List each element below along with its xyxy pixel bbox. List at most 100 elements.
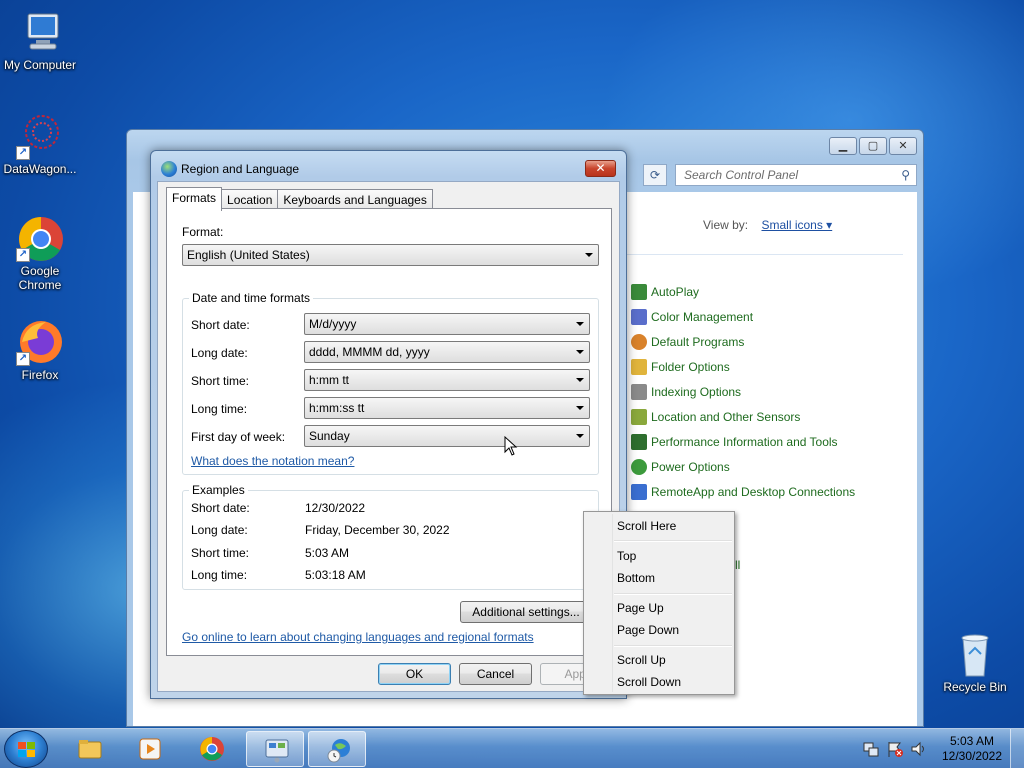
- taskbar-chrome[interactable]: [182, 731, 240, 767]
- example-value: 5:03:18 AM: [305, 568, 366, 582]
- field-label: Short date:: [191, 318, 250, 332]
- cp-item-label: Performance Information and Tools: [651, 435, 838, 449]
- taskbar-media-player[interactable]: [120, 731, 178, 767]
- default-programs-icon: [631, 334, 647, 350]
- close-button[interactable]: ✕: [585, 160, 616, 177]
- cp-item-default-programs[interactable]: Default Programs: [631, 334, 744, 350]
- desktop-icon-label: Firefox: [21, 368, 59, 382]
- long-time-dropdown[interactable]: h:mm:ss tt: [304, 397, 590, 419]
- globe-icon: [161, 161, 177, 177]
- power-options-icon: [631, 459, 647, 475]
- shortcut-arrow-icon: ↗: [16, 146, 30, 160]
- short-time-value: h:mm tt: [309, 373, 350, 387]
- example-label: Short time:: [191, 546, 250, 560]
- close-button[interactable]: ✕: [889, 137, 917, 155]
- cp-item-indexing-options[interactable]: Indexing Options: [631, 384, 741, 400]
- desktop-icon-label: Google Chrome: [18, 264, 62, 292]
- example-value: 12/30/2022: [305, 501, 366, 515]
- desktop-icon-label: Recycle Bin: [943, 680, 1007, 694]
- desktop-icon-label: My Computer: [3, 58, 77, 72]
- shortcut-arrow-icon: ↗: [16, 352, 30, 366]
- network-icon[interactable]: [862, 740, 880, 758]
- remoteapp-icon: [631, 484, 647, 500]
- cp-item-performance[interactable]: Performance Information and Tools: [631, 434, 838, 450]
- example-label: Long time:: [191, 568, 248, 582]
- menu-item-scroll-up[interactable]: Scroll Up: [617, 653, 666, 667]
- chevron-down-icon: [576, 434, 584, 438]
- scroll-context-menu: Scroll Here Top Bottom Page Up Page Down…: [583, 511, 735, 695]
- short-time-dropdown[interactable]: h:mm tt: [304, 369, 590, 391]
- chrome-icon: [200, 737, 224, 761]
- cp-item-label: RemoteApp and Desktop Connections: [651, 485, 856, 499]
- autoplay-icon: [631, 284, 647, 300]
- region-language-dialog[interactable]: Region and Language ✕ Formats Location K…: [150, 150, 627, 699]
- long-date-dropdown[interactable]: dddd, MMMM dd, yyyy: [304, 341, 590, 363]
- long-time-value: h:mm:ss tt: [309, 401, 365, 415]
- maximize-button[interactable]: ▢: [859, 137, 887, 155]
- additional-settings-button[interactable]: Additional settings...: [460, 601, 592, 623]
- clock[interactable]: 5:03 AM 12/30/2022: [934, 734, 1010, 764]
- short-date-value: M/d/yyyy: [309, 317, 357, 331]
- cp-item-color-management[interactable]: Color Management: [631, 309, 753, 325]
- cp-item-autoplay[interactable]: AutoPlay: [631, 284, 699, 300]
- start-button[interactable]: [4, 730, 48, 768]
- color-management-icon: [631, 309, 647, 325]
- first-day-dropdown[interactable]: Sunday: [304, 425, 590, 447]
- short-date-dropdown[interactable]: M/d/yyyy: [304, 313, 590, 335]
- desktop-icon-label: DataWagon...: [3, 162, 77, 176]
- recycle-bin-icon: [951, 630, 999, 678]
- example-label: Short date:: [191, 501, 250, 515]
- cp-item-label: AutoPlay: [651, 285, 700, 299]
- search-input[interactable]: Search Control Panel ⚲: [675, 164, 917, 186]
- cp-item-remoteapp[interactable]: RemoteApp and Desktop Connections: [631, 484, 855, 500]
- show-desktop-button[interactable]: [1010, 729, 1024, 768]
- cp-item-folder-options[interactable]: Folder Options: [631, 359, 730, 375]
- first-day-value: Sunday: [309, 429, 350, 443]
- cp-item-label: Indexing Options: [651, 385, 742, 399]
- menu-item-scroll-down[interactable]: Scroll Down: [617, 675, 681, 689]
- clock-time: 5:03 AM: [949, 734, 995, 748]
- cp-item-location-sensors[interactable]: Location and Other Sensors: [631, 409, 800, 425]
- action-center-flag-icon[interactable]: [886, 740, 904, 758]
- desktop-icon-chrome[interactable]: ↗ Google Chrome: [0, 214, 80, 292]
- taskbar-control-panel[interactable]: [246, 731, 304, 767]
- chevron-down-icon: [585, 253, 593, 257]
- menu-separator: [614, 645, 732, 647]
- chevron-down-icon: [576, 350, 584, 354]
- location-sensors-icon: [631, 409, 647, 425]
- clock-date: 12/30/2022: [941, 749, 1003, 763]
- minimize-button[interactable]: ▁: [829, 137, 857, 155]
- taskbar-region-language[interactable]: [308, 731, 366, 767]
- desktop-icon-firefox[interactable]: ↗ Firefox: [0, 318, 80, 382]
- volume-icon[interactable]: [910, 740, 928, 758]
- taskbar-explorer[interactable]: [60, 731, 118, 767]
- cp-item-partial[interactable]: ll: [735, 558, 740, 572]
- menu-item-page-up[interactable]: Page Up: [617, 601, 664, 615]
- view-by-label: View by:: [703, 218, 749, 232]
- format-dropdown[interactable]: English (United States): [182, 244, 599, 266]
- notation-link[interactable]: What does the notation mean?: [191, 454, 354, 468]
- cancel-button[interactable]: Cancel: [459, 663, 532, 685]
- window-controls: ▁ ▢ ✕: [827, 137, 917, 155]
- tab-formats[interactable]: Formats: [166, 187, 223, 211]
- ok-button[interactable]: OK: [378, 663, 451, 685]
- online-help-link[interactable]: Go online to learn about changing langua…: [182, 630, 534, 644]
- cp-item-power-options[interactable]: Power Options: [631, 459, 730, 475]
- menu-item-bottom[interactable]: Bottom: [617, 571, 655, 585]
- menu-item-page-down[interactable]: Page Down: [617, 623, 679, 637]
- cp-item-label: Color Management: [651, 310, 754, 324]
- desktop-icon-datawagon[interactable]: ↗ DataWagon...: [0, 112, 80, 176]
- menu-item-top[interactable]: Top: [617, 549, 636, 563]
- menu-item-scroll-here[interactable]: Scroll Here: [617, 519, 676, 533]
- cp-item-label: Folder Options: [651, 360, 730, 374]
- group-label: Examples: [189, 483, 248, 497]
- desktop-icon-my-computer[interactable]: My Computer: [0, 8, 80, 72]
- long-date-value: dddd, MMMM dd, yyyy: [309, 345, 430, 359]
- desktop-icon-recycle-bin[interactable]: Recycle Bin: [935, 630, 1015, 694]
- system-tray: 5:03 AM 12/30/2022: [862, 729, 1024, 768]
- refresh-button[interactable]: ⟳: [643, 164, 667, 186]
- chevron-down-icon: [576, 406, 584, 410]
- globe-clock-icon: [327, 739, 350, 763]
- view-by-dropdown[interactable]: Small icons ▾: [761, 218, 832, 232]
- search-icon[interactable]: ⚲: [901, 168, 910, 182]
